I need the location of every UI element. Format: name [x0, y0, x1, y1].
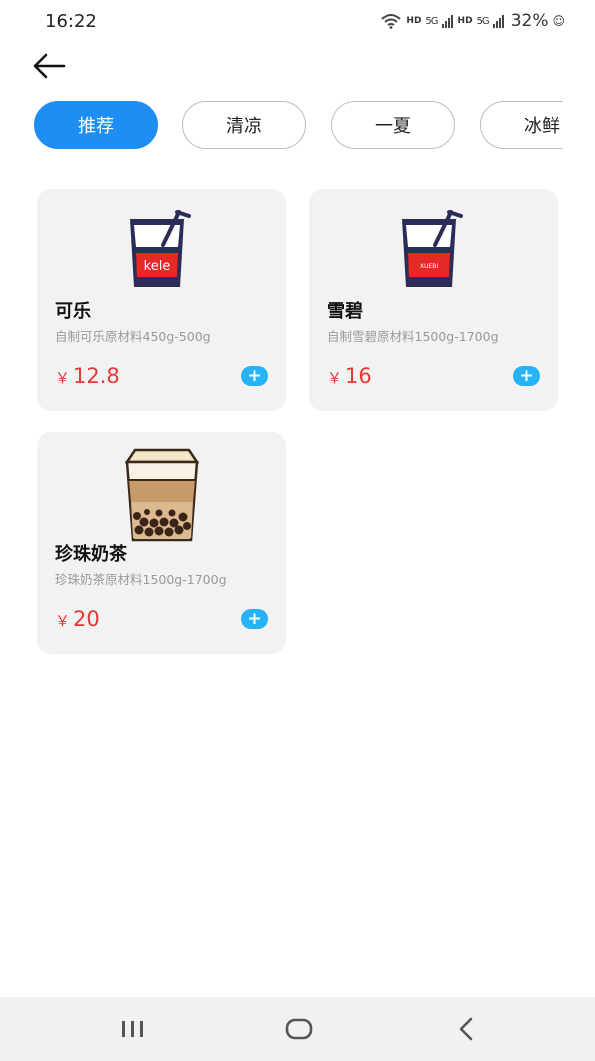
product-image: kele [37, 203, 286, 299]
product-card[interactable]: 珍珠奶茶 珍珠奶茶原材料1500g-1700g ￥ 20 + [37, 432, 286, 654]
tab-cool[interactable]: 清凉 [182, 101, 306, 149]
product-card[interactable]: kele 可乐 自制可乐原材料450g-500g ￥ 12.8 + [37, 189, 286, 411]
hd-label: HD [457, 16, 473, 26]
currency-symbol: ￥ [55, 369, 71, 387]
tab-recommended[interactable]: 推荐 [34, 101, 158, 149]
price-value: 20 [73, 607, 100, 631]
milk-tea-cup-icon [124, 448, 199, 542]
category-tabs: 推荐 清凉 一夏 冰鲜 [0, 101, 563, 151]
kele-cup-icon: kele [129, 210, 191, 287]
home-icon [285, 1018, 313, 1040]
cup-label: XUEBI [419, 263, 437, 270]
signal-bars-icon [492, 15, 504, 28]
recent-apps-button[interactable] [113, 1013, 153, 1045]
nav-back-button[interactable] [446, 1013, 486, 1045]
arrow-left-icon [33, 53, 66, 79]
add-to-cart-button[interactable]: + [241, 609, 268, 629]
product-image: XUEBI [309, 203, 558, 299]
system-nav-bar [0, 997, 595, 1061]
product-desc: 自制雪碧原材料1500g-1700g [327, 329, 499, 344]
person-icon: ☺ [552, 14, 565, 28]
back-icon [459, 1017, 473, 1041]
price-value: 12.8 [73, 364, 120, 388]
product-image [37, 446, 286, 542]
price-value: 16 [345, 364, 372, 388]
product-name: 珍珠奶茶 [55, 544, 127, 565]
add-to-cart-button[interactable]: + [241, 366, 268, 386]
back-button[interactable] [30, 48, 70, 84]
signal-icon: 5G [425, 15, 438, 27]
battery-text: 32% [510, 11, 549, 31]
tab-fresh[interactable]: 冰鲜 [480, 101, 563, 149]
product-card[interactable]: XUEBI 雪碧 自制雪碧原材料1500g-1700g ￥ 16 + [309, 189, 558, 411]
cup-label: kele [143, 259, 170, 274]
hd-label: HD [406, 16, 422, 26]
currency-symbol: ￥ [55, 612, 71, 630]
xuebi-cup-icon: XUEBI [401, 210, 463, 287]
status-time: 16:22 [45, 11, 97, 32]
wifi-icon [381, 14, 402, 29]
home-button[interactable] [279, 1013, 319, 1045]
product-price: ￥ 20 [55, 607, 100, 631]
add-to-cart-button[interactable]: + [513, 366, 540, 386]
product-price: ￥ 16 [327, 364, 372, 388]
status-icons: HD 5G HD 5G 32% ☺ [380, 11, 565, 31]
status-bar: 16:22 HD 5G HD 5G 32% ☺ [0, 0, 595, 44]
recent-apps-icon [122, 1021, 143, 1037]
signal-icon: 5G [476, 15, 490, 27]
product-desc: 自制可乐原材料450g-500g [55, 329, 211, 344]
tab-summer[interactable]: 一夏 [331, 101, 455, 149]
product-price: ￥ 12.8 [55, 364, 120, 388]
signal-bars-icon [441, 15, 453, 28]
product-name: 可乐 [55, 301, 91, 322]
product-name: 雪碧 [327, 301, 363, 322]
product-desc: 珍珠奶茶原材料1500g-1700g [55, 572, 227, 587]
currency-symbol: ￥ [327, 369, 343, 387]
